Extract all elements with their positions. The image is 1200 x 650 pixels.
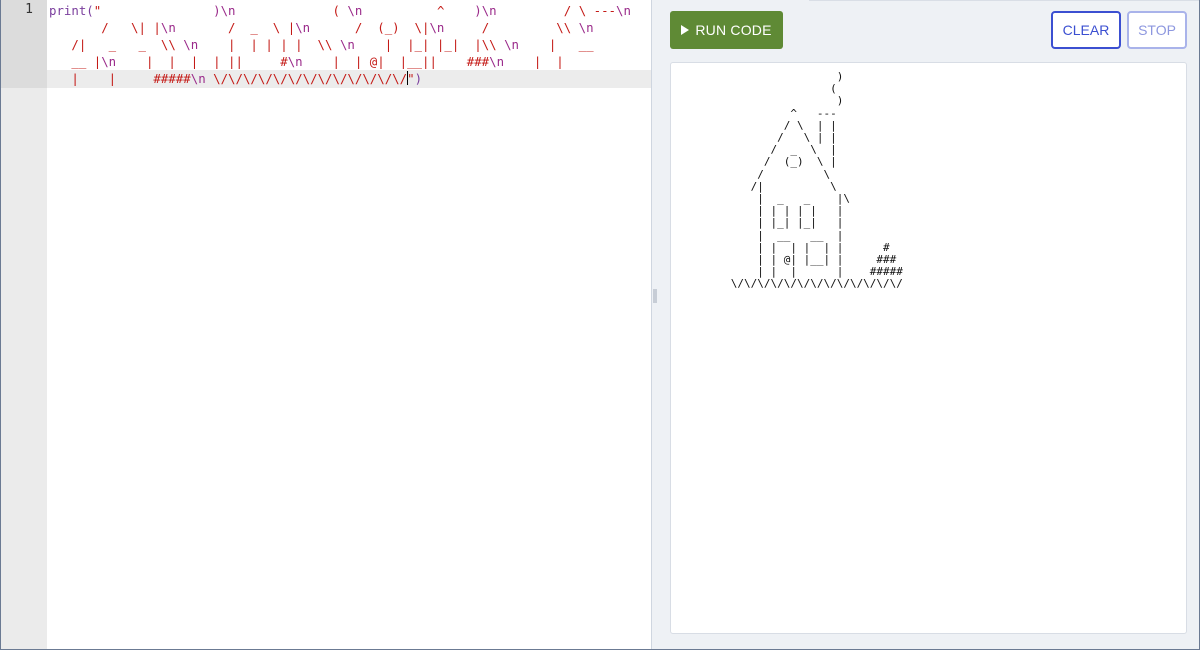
tab-strip-edge (809, 0, 1199, 1)
code-token: \n (616, 3, 631, 18)
code-editor[interactable]: 1 print(" )\n ( \n ^ )\n / \ ---\n / \| … (1, 0, 651, 649)
code-token: \n (101, 54, 117, 69)
code-token: /| _ _ \\ (49, 37, 184, 52)
code-token: \n (504, 37, 519, 52)
code-wrap-row: / \| |\n / _ \ |\n / (_) \|\n / \\ \n (49, 19, 647, 36)
play-icon (681, 25, 690, 35)
code-token: / (_) \| (310, 20, 430, 35)
output-panel: RUN CODE CLEAR STOP ) ( ) ^ --- / \ | | … (659, 0, 1199, 649)
code-token: \n (339, 37, 355, 52)
code-text[interactable]: print(" )\n ( \n ^ )\n / \ ---\n / \| |\… (49, 2, 647, 87)
code-wrap-row: | | #####\n \/\/\/\/\/\/\/\/\/\/\/\/\/") (49, 70, 647, 87)
code-token: \n (578, 20, 594, 35)
code-token: )\n (213, 3, 236, 18)
code-token: \/\/\/\/\/\/\/\/\/\/\/\/\/ (205, 71, 408, 86)
code-token: __ | (49, 54, 102, 69)
code-token: ) (414, 71, 423, 86)
clear-button[interactable]: CLEAR (1051, 11, 1121, 49)
code-token: \n (429, 20, 445, 35)
code-token: | | | | | \\ (198, 37, 340, 52)
code-token: / _ \ | (175, 20, 296, 35)
code-wrap-row: __ |\n | | | | || #\n | | @| |__|| ###\n… (49, 53, 647, 70)
code-token: \n (287, 54, 303, 69)
code-wrap-row: print(" )\n ( \n ^ )\n / \ ---\n (49, 2, 647, 19)
code-token: ( (235, 3, 348, 18)
code-token: ^ (362, 3, 475, 18)
editor-gutter (1, 0, 47, 649)
code-token: " (93, 3, 214, 18)
code-token: | __ (519, 37, 594, 52)
code-wrap-row: /| _ _ \\ \n | | | | | \\ \n | |_| |_| |… (49, 36, 647, 53)
run-code-label: RUN CODE (695, 22, 772, 38)
code-token: \n (489, 54, 505, 69)
code-runner-app: 1 print(" )\n ( \n ^ )\n / \ ---\n / \| … (0, 0, 1200, 650)
stop-button[interactable]: STOP (1127, 11, 1187, 49)
code-token: \n (347, 3, 363, 18)
console-text: ) ( ) ^ --- / \ | | / \ | | / _ \ | / (_… (730, 70, 903, 291)
code-token: \n (160, 20, 176, 35)
code-token: | | | | || # (116, 54, 288, 69)
code-token: \n (183, 37, 199, 52)
code-token: \n (190, 71, 206, 86)
code-token: print( (49, 3, 94, 18)
panel-splitter[interactable] (651, 0, 659, 649)
run-code-button[interactable]: RUN CODE (670, 11, 783, 49)
code-token: | | (504, 54, 564, 69)
code-token: \n (295, 20, 311, 35)
splitter-handle[interactable] (653, 289, 657, 303)
code-token: | | ##### (49, 71, 191, 86)
code-token: / \| | (49, 20, 161, 35)
code-token: / \\ (444, 20, 579, 35)
console-output: ) ( ) ^ --- / \ | | / \ | | / _ \ | / (_… (670, 62, 1187, 634)
code-token: )\n (474, 3, 497, 18)
code-token: / \ --- (496, 3, 616, 18)
code-token: | | @| |__|| ### (302, 54, 490, 69)
code-token: | |_| |_| |\\ (354, 37, 505, 52)
code-token: " (407, 71, 415, 86)
line-number: 1 (25, 2, 33, 17)
